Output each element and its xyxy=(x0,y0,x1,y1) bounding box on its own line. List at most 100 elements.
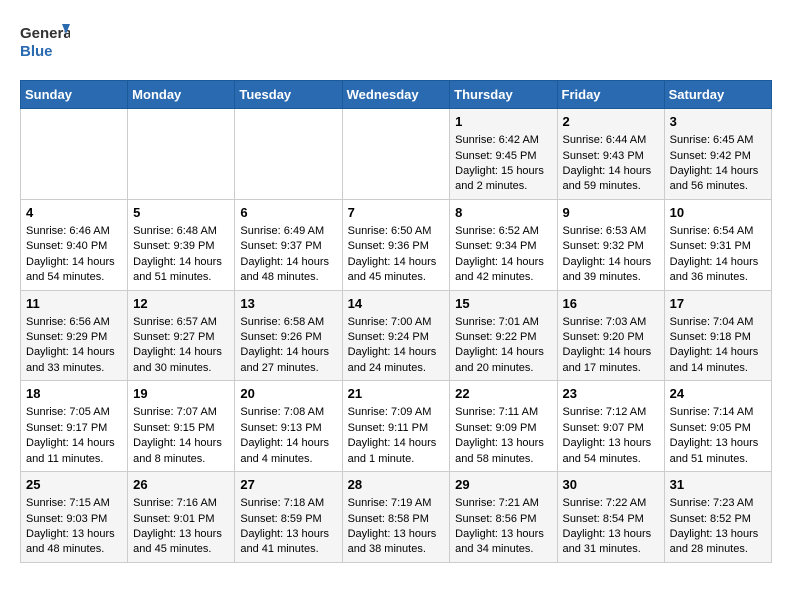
calendar-cell xyxy=(21,109,128,200)
day-info: Sunrise: 7:12 AM xyxy=(563,405,659,420)
day-info: Sunrise: 7:14 AM xyxy=(670,405,766,420)
day-info: Sunset: 9:22 PM xyxy=(455,330,551,345)
day-info: and 31 minutes. xyxy=(563,542,659,557)
day-info: and 2 minutes. xyxy=(455,179,551,194)
calendar-cell: 19Sunrise: 7:07 AMSunset: 9:15 PMDayligh… xyxy=(128,381,235,472)
day-info: Sunset: 9:29 PM xyxy=(26,330,122,345)
svg-text:Blue: Blue xyxy=(20,43,53,60)
day-info: Sunrise: 7:11 AM xyxy=(455,405,551,420)
day-info: and 56 minutes. xyxy=(670,179,766,194)
page-header: General Blue xyxy=(20,20,772,64)
day-info: Daylight: 14 hours xyxy=(455,255,551,270)
day-info: Sunset: 8:52 PM xyxy=(670,512,766,527)
day-info: Sunset: 9:13 PM xyxy=(240,421,336,436)
calendar-cell: 24 Sunrise: 7:14 AMSunset: 9:05 PMDayligh… xyxy=(664,381,771,472)
day-info: Sunrise: 7:04 AM xyxy=(670,315,766,330)
calendar-cell: 3Sunrise: 6:45 AMSunset: 9:42 PMDaylight… xyxy=(664,109,771,200)
day-info: Sunrise: 7:05 AM xyxy=(26,405,122,420)
day-info: Sunrise: 7:18 AM xyxy=(240,496,336,511)
day-info: Daylight: 15 hours xyxy=(455,164,551,179)
day-info: and 51 minutes. xyxy=(133,270,229,285)
day-info: Sunrise: 6:50 AM xyxy=(348,224,445,239)
calendar-cell: 7Sunrise: 6:50 AMSunset: 9:36 PMDaylight… xyxy=(342,199,450,290)
header-day: Saturday xyxy=(664,81,771,109)
day-info: Sunset: 9:39 PM xyxy=(133,239,229,254)
calendar-cell: 31Sunrise: 7:23 AMSunset: 8:52 PMDayligh… xyxy=(664,472,771,563)
day-info: Sunset: 9:42 PM xyxy=(670,149,766,164)
day-info: Sunrise: 6:53 AM xyxy=(563,224,659,239)
day-info: Sunset: 9:20 PM xyxy=(563,330,659,345)
day-number: 13 xyxy=(240,295,336,313)
logo: General Blue xyxy=(20,20,70,64)
day-info: Daylight: 14 hours xyxy=(670,255,766,270)
day-info: Sunset: 9:36 PM xyxy=(348,239,445,254)
logo-svg: General Blue xyxy=(20,20,70,64)
day-info: and 48 minutes. xyxy=(240,270,336,285)
calendar-cell: 10Sunrise: 6:54 AMSunset: 9:31 PMDayligh… xyxy=(664,199,771,290)
calendar-cell: 6Sunrise: 6:49 AMSunset: 9:37 PMDaylight… xyxy=(235,199,342,290)
day-info: Daylight: 14 hours xyxy=(133,345,229,360)
day-number: 31 xyxy=(670,476,766,494)
day-info: Sunrise: 7:19 AM xyxy=(348,496,445,511)
day-info: Sunset: 9:07 PM xyxy=(563,421,659,436)
day-info: Sunrise: 7:07 AM xyxy=(133,405,229,420)
day-info: and 54 minutes. xyxy=(563,452,659,467)
day-number: 12 xyxy=(133,295,229,313)
day-number: 21 xyxy=(348,385,445,403)
day-info: Sunset: 9:27 PM xyxy=(133,330,229,345)
calendar-cell: 27Sunrise: 7:18 AMSunset: 8:59 PMDayligh… xyxy=(235,472,342,563)
day-info: Sunset: 8:59 PM xyxy=(240,512,336,527)
calendar-body: 1Sunrise: 6:42 AMSunset: 9:45 PMDaylight… xyxy=(21,109,772,563)
day-info: and 17 minutes. xyxy=(563,361,659,376)
day-info: Daylight: 14 hours xyxy=(563,164,659,179)
calendar-cell: 13Sunrise: 6:58 AMSunset: 9:26 PMDayligh… xyxy=(235,290,342,381)
header-day: Tuesday xyxy=(235,81,342,109)
calendar-cell: 8Sunrise: 6:52 AMSunset: 9:34 PMDaylight… xyxy=(450,199,557,290)
day-number: 24 xyxy=(670,385,766,403)
day-info: Sunrise: 7:23 AM xyxy=(670,496,766,511)
day-info: Sunrise: 6:45 AM xyxy=(670,133,766,148)
day-info: Sunrise: 7:08 AM xyxy=(240,405,336,420)
day-info: Daylight: 13 hours xyxy=(26,527,122,542)
calendar-header: SundayMondayTuesdayWednesdayThursdayFrid… xyxy=(21,81,772,109)
calendar-cell: 29Sunrise: 7:21 AMSunset: 8:56 PMDayligh… xyxy=(450,472,557,563)
day-info: Sunrise: 7:01 AM xyxy=(455,315,551,330)
day-info: Sunset: 8:58 PM xyxy=(348,512,445,527)
day-info: Sunrise: 7:21 AM xyxy=(455,496,551,511)
calendar-cell: 2Sunrise: 6:44 AMSunset: 9:43 PMDaylight… xyxy=(557,109,664,200)
day-info: Daylight: 14 hours xyxy=(563,255,659,270)
day-info: Sunset: 9:40 PM xyxy=(26,239,122,254)
day-info: and 38 minutes. xyxy=(348,542,445,557)
day-info: and 41 minutes. xyxy=(240,542,336,557)
day-info: and 42 minutes. xyxy=(455,270,551,285)
calendar-week: 18Sunrise: 7:05 AMSunset: 9:17 PMDayligh… xyxy=(21,381,772,472)
day-info: Sunset: 9:17 PM xyxy=(26,421,122,436)
day-info: and 27 minutes. xyxy=(240,361,336,376)
day-info: Daylight: 14 hours xyxy=(240,255,336,270)
day-info: Sunset: 8:54 PM xyxy=(563,512,659,527)
day-info: and 4 minutes. xyxy=(240,452,336,467)
day-info: Sunset: 9:37 PM xyxy=(240,239,336,254)
day-info: Sunrise: 6:57 AM xyxy=(133,315,229,330)
day-info: Sunrise: 7:15 AM xyxy=(26,496,122,511)
day-info: and 28 minutes. xyxy=(670,542,766,557)
day-number: 20 xyxy=(240,385,336,403)
day-number: 1 xyxy=(455,113,551,131)
day-info: Daylight: 13 hours xyxy=(670,436,766,451)
day-info: Daylight: 14 hours xyxy=(133,255,229,270)
day-info: and 34 minutes. xyxy=(455,542,551,557)
day-number: 19 xyxy=(133,385,229,403)
day-info: Daylight: 13 hours xyxy=(455,527,551,542)
day-number: 4 xyxy=(26,204,122,222)
day-info: Sunset: 8:56 PM xyxy=(455,512,551,527)
day-info: Sunrise: 6:49 AM xyxy=(240,224,336,239)
day-info: Daylight: 14 hours xyxy=(670,345,766,360)
day-number: 11 xyxy=(26,295,122,313)
day-info: Sunset: 9:32 PM xyxy=(563,239,659,254)
calendar-cell: 14Sunrise: 7:00 AMSunset: 9:24 PMDayligh… xyxy=(342,290,450,381)
day-info: Daylight: 14 hours xyxy=(240,345,336,360)
day-info: Sunrise: 6:54 AM xyxy=(670,224,766,239)
day-number: 8 xyxy=(455,204,551,222)
day-info: Daylight: 14 hours xyxy=(26,345,122,360)
day-info: Sunset: 9:05 PM xyxy=(670,421,766,436)
